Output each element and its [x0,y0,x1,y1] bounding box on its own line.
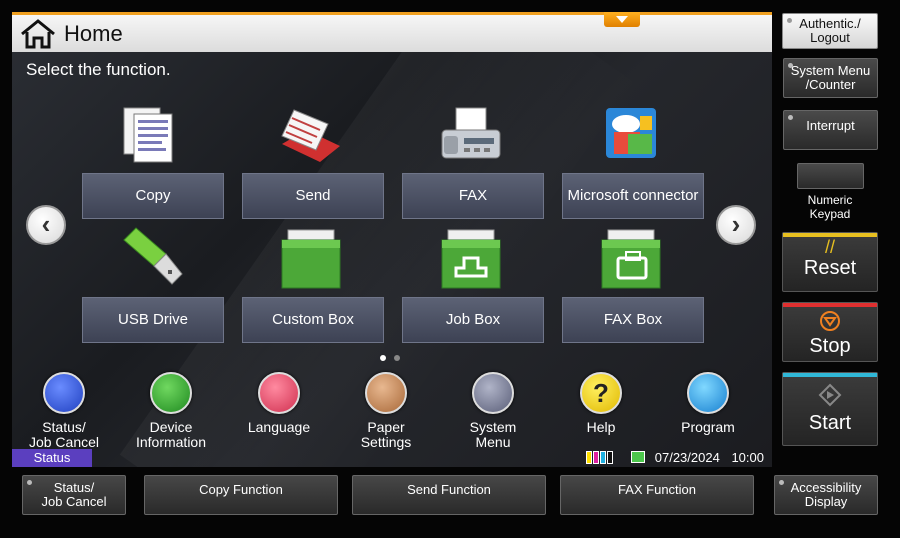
page-dot-1 [380,355,386,361]
start-button[interactable]: Start [782,372,878,446]
status-bar-right: 07/23/2024 10:00 [585,449,764,467]
page-dot-2 [394,355,400,361]
send-icon [281,109,340,162]
fax-box-icon [601,229,661,289]
func-device-information[interactable]: Device Information [121,372,221,450]
system-menu-counter-button[interactable]: System Menu /Counter [783,58,878,98]
func-system-menu[interactable]: System Menu [443,372,543,450]
led-indicator [788,115,793,120]
home-icon[interactable] [20,18,56,50]
time-display: 10:00 [731,450,764,465]
send-function-button[interactable]: Send Function [352,475,546,515]
led-indicator [27,480,32,485]
job-box-icon [441,229,501,289]
home-header: Home [12,12,772,52]
stop-color-bar [783,303,877,307]
numeric-keypad-button[interactable] [797,163,864,189]
func-paper-settings[interactable]: Paper Settings [336,372,436,450]
tile-usb-drive[interactable]: USB Drive [82,297,224,343]
tile-send[interactable]: Send [242,173,384,219]
interrupt-button[interactable]: Interrupt [783,110,878,150]
system-menu-icon [472,372,514,414]
tile-microsoft-connector[interactable]: Microsoft connector [562,173,704,219]
help-question-icon: ? [580,372,622,414]
prompt-text: Select the function. [26,60,171,79]
numeric-keypad-label: Numeric Keypad [807,193,853,221]
network-status-icon [631,451,646,463]
authentic-logout-button[interactable]: Authentic./ Logout [782,13,878,49]
chevron-left-icon: ‹ [41,209,51,239]
tile-fax[interactable]: FAX [402,173,544,219]
next-page-button[interactable]: › [716,205,756,245]
start-color-bar [783,373,877,377]
fax-function-button[interactable]: FAX Function [560,475,754,515]
printer-panel: Home Select the function. Copy Send FAX … [0,0,900,538]
reset-slash-icon: // [824,237,835,257]
status-eye-icon [43,372,85,414]
func-program[interactable]: Program [658,372,758,435]
page-title: Home [64,21,123,46]
tile-custom-box[interactable]: Custom Box [242,297,384,343]
function-panel: Select the function. Copy Send FAX Micro… [12,52,772,467]
chevron-right-icon: › [731,209,741,239]
tile-fax-box[interactable]: FAX Box [562,297,704,343]
language-icon [258,372,300,414]
device-info-icon [150,372,192,414]
func-status-job-cancel[interactable]: Status/ Job Cancel [14,372,114,450]
stop-button[interactable]: Stop [782,302,878,362]
led-indicator [779,480,784,485]
stop-icon [820,311,840,331]
status-tab[interactable]: Status [12,449,92,467]
date-display: 07/23/2024 [654,450,720,465]
copy-function-button[interactable]: Copy Function [144,475,338,515]
tile-job-box[interactable]: Job Box [402,297,544,343]
copy-icon [123,107,173,163]
page-indicator [380,348,408,366]
toner-levels-icon [585,450,618,465]
led-indicator [787,18,792,23]
reset-button[interactable]: // Reset [782,232,878,292]
prev-page-button[interactable]: ‹ [26,205,66,245]
microsoft-connector-icon [606,108,656,158]
func-help[interactable]: ? Help [551,372,651,435]
paper-settings-icon [365,372,407,414]
func-language[interactable]: Language [229,372,329,435]
bottom-status-job-cancel-button[interactable]: Status/ Job Cancel [22,475,126,515]
program-icon [687,372,729,414]
start-diamond-icon [818,383,842,407]
usb-drive-icon [123,227,183,285]
custom-box-icon [281,229,341,289]
expand-tab-icon[interactable] [604,12,640,27]
led-indicator [788,63,793,68]
accessibility-display-button[interactable]: Accessibility Display [774,475,878,515]
tile-copy[interactable]: Copy [82,173,224,219]
fax-icon [441,107,501,159]
